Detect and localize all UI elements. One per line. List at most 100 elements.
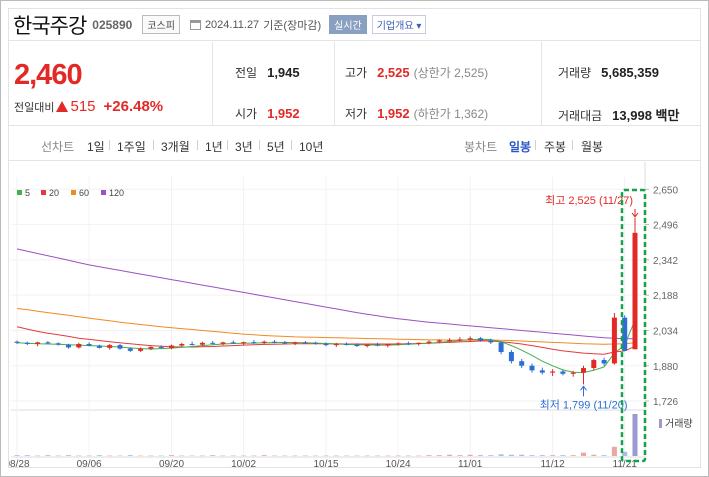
volume-bar bbox=[45, 455, 51, 456]
high-annotation: 최고 2,525 (11/27) bbox=[545, 194, 633, 207]
period-3y[interactable]: 3년 bbox=[235, 138, 253, 155]
volume-bar bbox=[158, 455, 164, 457]
candle-monthly[interactable]: 월봉 bbox=[581, 138, 603, 155]
candle-body bbox=[220, 342, 226, 344]
legend-label: 5 bbox=[25, 188, 30, 198]
volume-bar bbox=[117, 455, 123, 457]
stat-high: 고가 2,525 (상한가 2,525) bbox=[345, 64, 488, 81]
volume-bar bbox=[138, 455, 144, 457]
legend-label: 60 bbox=[79, 188, 89, 198]
candle-body bbox=[292, 342, 298, 344]
x-tick-label: 09/20 bbox=[159, 459, 184, 468]
volume-bar bbox=[199, 455, 205, 457]
candle-daily[interactable]: 일봉 bbox=[509, 138, 531, 155]
y-tick-label: 1,880 bbox=[653, 362, 678, 373]
volume-bar bbox=[344, 455, 350, 457]
stock-header: 한국주강 025890 코스피 2024.11.27 기준(장마감) 실시간 기… bbox=[9, 9, 700, 41]
toolbar-separator bbox=[259, 140, 260, 150]
volume-bar bbox=[261, 455, 267, 456]
candle-body bbox=[539, 370, 545, 373]
legend-swatch bbox=[71, 190, 76, 195]
volume-bar bbox=[498, 454, 504, 456]
volume-bar bbox=[581, 452, 586, 456]
candle-body bbox=[529, 365, 535, 371]
candle-body bbox=[127, 348, 133, 351]
stock-name[interactable]: 한국주강 bbox=[13, 10, 87, 40]
stats-divider bbox=[541, 42, 542, 126]
volume-bar bbox=[601, 455, 607, 456]
volume-bar bbox=[323, 455, 329, 457]
stat-prev: 전일 1,945 bbox=[235, 64, 300, 81]
volume-bar bbox=[189, 455, 195, 457]
volume-bar bbox=[447, 454, 453, 456]
volume-bar bbox=[416, 455, 422, 457]
candle-body bbox=[323, 343, 329, 346]
price-chart[interactable]: 2,650 2,496 2,342 2,188 2,034 1,880 1,726 08/28… bbox=[9, 162, 701, 468]
volume-bar bbox=[272, 455, 277, 457]
legend-label: 20 bbox=[49, 188, 59, 198]
stock-panel: 한국주강 025890 코스피 2024.11.27 기준(장마감) 실시간 기… bbox=[8, 8, 701, 468]
volume-bar bbox=[24, 455, 30, 456]
period-10y[interactable]: 10년 bbox=[299, 138, 323, 155]
volume-bar bbox=[14, 455, 20, 456]
candle-body bbox=[519, 361, 525, 366]
change-percent: +26.48% bbox=[103, 98, 164, 115]
candle-body bbox=[210, 342, 216, 344]
volume-bar bbox=[241, 455, 247, 457]
volume-bar bbox=[591, 454, 597, 456]
volume-bar bbox=[488, 455, 494, 456]
period-1d[interactable]: 1일 bbox=[87, 138, 105, 155]
candle-body bbox=[107, 345, 113, 348]
stat-sub: (하한가 1,362) bbox=[413, 107, 489, 121]
stat-label: 거래대금 bbox=[558, 109, 603, 123]
stat-value: 1,952 bbox=[377, 106, 410, 121]
legend-swatch bbox=[101, 190, 106, 195]
current-price-box: 2,460 전일대비 515 +26.48% bbox=[9, 42, 213, 126]
period-1w[interactable]: 1주일 bbox=[117, 138, 146, 155]
candle-body bbox=[560, 371, 566, 374]
x-tick-label: 08/28 bbox=[9, 459, 30, 468]
period-5y[interactable]: 5년 bbox=[267, 138, 285, 155]
company-info-button[interactable]: 기업개요 ▾ bbox=[371, 15, 427, 34]
volume-bar bbox=[148, 455, 154, 457]
candle-body bbox=[35, 342, 41, 344]
legend-swatch bbox=[41, 190, 46, 195]
change-value: 515 bbox=[70, 98, 96, 115]
basis-date: 2024.11.27 bbox=[204, 18, 260, 31]
period-3m[interactable]: 3개월 bbox=[161, 138, 190, 155]
low-annotation: 최저 1,799 (11/20) bbox=[540, 398, 628, 411]
volume-bar bbox=[426, 455, 432, 456]
stat-amount: 거래대금 13,998 백만 bbox=[558, 105, 679, 124]
y-tick-label: 1,726 bbox=[653, 397, 678, 408]
volume-bar bbox=[251, 455, 257, 457]
x-tick-label: 10/15 bbox=[313, 459, 338, 468]
candle-body bbox=[24, 342, 30, 344]
volume-bar bbox=[292, 455, 298, 457]
up-arrow-icon bbox=[56, 101, 69, 112]
volume-bar bbox=[66, 455, 71, 456]
stat-low: 저가 1,952 (하한가 1,362) bbox=[345, 105, 488, 122]
candle-body bbox=[302, 342, 308, 344]
volume-bar bbox=[570, 455, 576, 456]
volume-bar bbox=[519, 454, 525, 456]
candle-body bbox=[55, 343, 61, 345]
candle-body bbox=[272, 341, 277, 343]
candle-weekly[interactable]: 주봉 bbox=[544, 138, 566, 155]
volume-bar bbox=[86, 455, 92, 457]
market-tag: 코스피 bbox=[142, 15, 180, 34]
volume-bar bbox=[375, 455, 380, 457]
stat-value: 1,952 bbox=[267, 106, 300, 121]
candle-body bbox=[179, 343, 185, 346]
candle-chart-heading: 봉차트 bbox=[464, 140, 498, 154]
candle-body bbox=[333, 343, 339, 346]
candle-body bbox=[251, 342, 257, 344]
volume-bar bbox=[210, 455, 216, 456]
period-1y[interactable]: 1년 bbox=[205, 138, 223, 155]
stat-value: 2,525 bbox=[377, 65, 410, 80]
candle-body bbox=[364, 344, 370, 347]
volume-bar bbox=[96, 455, 102, 456]
realtime-button[interactable]: 실시간 bbox=[329, 15, 367, 34]
basis-text: 기준(장마감) bbox=[263, 19, 322, 32]
x-tick-label: 09/06 bbox=[77, 459, 102, 468]
candle-body bbox=[467, 338, 473, 340]
